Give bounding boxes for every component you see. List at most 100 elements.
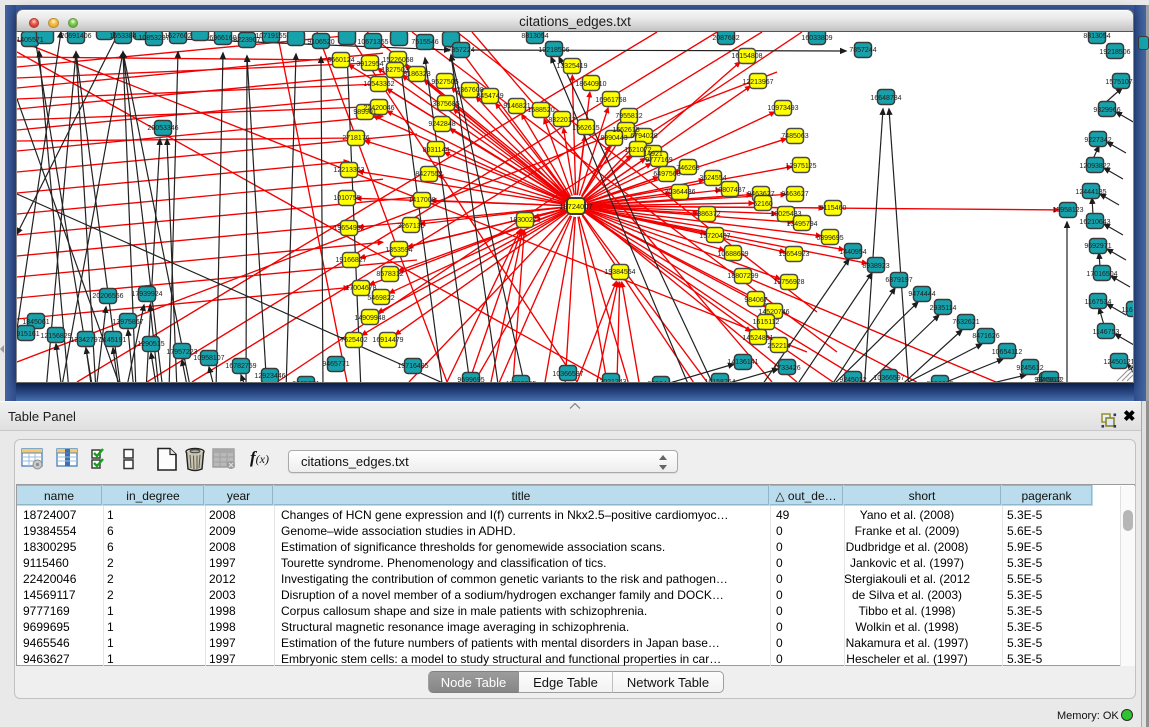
svg-text:20053346: 20053346 (147, 125, 178, 132)
svg-text:16158264: 16158264 (704, 379, 735, 382)
svg-text:9106520: 9106520 (307, 39, 334, 46)
svg-text:8990444: 8990444 (647, 381, 674, 382)
svg-text:19384554: 19384554 (604, 269, 635, 276)
svg-text:1353594: 1353594 (385, 247, 412, 254)
svg-text:9242848: 9242848 (428, 121, 455, 128)
svg-text:10025433: 10025433 (770, 211, 801, 218)
svg-text:17939924: 17939924 (131, 291, 162, 298)
svg-text:252214: 252214 (767, 343, 790, 350)
svg-text:11282995: 11282995 (506, 381, 537, 382)
svg-text:8813054: 8813054 (521, 33, 548, 40)
svg-text:16914479: 16914479 (372, 337, 403, 344)
svg-text:19218506: 19218506 (538, 47, 569, 54)
svg-text:10719155: 10719155 (255, 33, 286, 40)
svg-text:7485063: 7485063 (781, 133, 808, 140)
svg-text:13325419: 13325419 (556, 63, 587, 70)
svg-text:8938923: 8938923 (862, 263, 889, 270)
svg-text:9474444: 9474444 (908, 291, 935, 298)
svg-text:9465771: 9465771 (292, 381, 319, 382)
svg-text:1562615: 1562615 (572, 125, 599, 132)
svg-text:18300273: 18300273 (509, 217, 540, 224)
svg-text:7515546: 7515546 (411, 39, 438, 46)
svg-text:10958107: 10958107 (193, 355, 224, 362)
svg-text:13495794: 13495794 (786, 221, 817, 228)
svg-text:9463627: 9463627 (781, 191, 808, 198)
svg-text:9329966: 9329966 (1093, 107, 1120, 114)
svg-text:15958123: 15958123 (1052, 207, 1083, 214)
svg-text:9245612: 9245612 (1016, 365, 1043, 372)
svg-text:15716485: 15716485 (397, 363, 428, 370)
svg-text:1440954: 1440954 (839, 249, 866, 256)
svg-text:20691406: 20691406 (60, 33, 91, 40)
svg-text:19218506: 19218506 (1099, 49, 1130, 56)
svg-text:19654952: 19654952 (333, 225, 364, 232)
svg-text:12450121: 12450121 (1103, 359, 1134, 366)
svg-text:15720407: 15720407 (699, 233, 730, 240)
svg-text:7857244: 7857244 (849, 47, 876, 54)
svg-text:16648784: 16648784 (870, 95, 901, 102)
svg-text:16033809: 16033809 (801, 35, 832, 42)
svg-text:18724007: 18724007 (559, 202, 592, 211)
svg-text:16961758: 16961758 (595, 97, 626, 104)
svg-text:16154808: 16154808 (731, 53, 762, 60)
svg-text:12213967: 12213967 (742, 79, 773, 86)
svg-text:1417008: 1417008 (408, 197, 435, 204)
svg-text:9115460: 9115460 (820, 205, 847, 212)
svg-text:3267130: 3267130 (397, 223, 424, 230)
svg-text:10543362: 10543362 (363, 81, 394, 88)
svg-text:8660124: 8660124 (327, 57, 354, 64)
svg-text:9463627: 9463627 (747, 191, 774, 198)
svg-text:7632621: 7632621 (952, 319, 979, 326)
svg-text:8322017: 8322017 (548, 117, 575, 124)
svg-text:17016504: 17016504 (1086, 271, 1117, 278)
svg-text:16210643: 16210643 (1079, 219, 1110, 226)
svg-text:12444135: 12444135 (1075, 189, 1106, 196)
svg-text:746266: 746266 (676, 165, 699, 172)
svg-text:1290515: 1290515 (137, 341, 164, 348)
svg-text:10671355: 10671355 (357, 39, 388, 46)
svg-text:10807487: 10807487 (714, 187, 745, 194)
svg-text:1405571: 1405571 (17, 37, 44, 44)
svg-text:3912954: 3912954 (356, 61, 383, 68)
svg-text:14909948: 14909948 (354, 315, 385, 322)
svg-text:19654923: 19654923 (778, 251, 809, 258)
svg-text:984067: 984067 (744, 297, 767, 304)
svg-text:9465771: 9465771 (322, 361, 349, 368)
svg-text:12021243: 12021243 (595, 379, 626, 382)
svg-text:10654112: 10654112 (992, 349, 1023, 356)
svg-text:15751074: 15751074 (1105, 79, 1134, 86)
svg-text:7955812: 7955812 (615, 113, 642, 120)
svg-text:8427552: 8427552 (415, 171, 442, 178)
svg-text:8990443: 8990443 (600, 135, 627, 142)
svg-text:6879197: 6879197 (885, 277, 912, 284)
svg-text:20364436: 20364436 (664, 189, 695, 196)
svg-text:12342797: 12342797 (70, 337, 101, 344)
svg-text:9227342: 9227342 (1084, 137, 1111, 144)
svg-text:19756928: 19756928 (773, 279, 804, 286)
svg-text:16782759: 16782759 (225, 363, 256, 370)
svg-text:7625402: 7625402 (340, 337, 367, 344)
svg-text:8186323: 8186323 (403, 71, 430, 78)
svg-text:1653384: 1653384 (109, 33, 136, 40)
svg-text:6497568: 6497568 (653, 171, 680, 178)
svg-text:3624554: 3624554 (699, 175, 726, 182)
svg-text:12923446: 12923446 (254, 373, 285, 380)
svg-text:8578312: 8578312 (376, 271, 403, 278)
svg-text:19166827: 19166827 (335, 257, 366, 264)
svg-text:14520746: 14520746 (758, 309, 789, 316)
svg-text:7357224: 7357224 (447, 47, 474, 54)
svg-text:22420046: 22420046 (363, 105, 394, 112)
svg-text:10973493: 10973493 (767, 105, 798, 112)
svg-text:10688609: 10688609 (717, 251, 748, 258)
svg-text:9777169: 9777169 (645, 157, 672, 164)
svg-text:6899695: 6899695 (816, 235, 843, 242)
svg-text:1845061: 1845061 (22, 319, 49, 326)
svg-text:3875685: 3875685 (432, 101, 459, 108)
svg-text:2087682: 2087682 (712, 35, 739, 42)
svg-text:8471626: 8471626 (972, 333, 999, 340)
svg-text:10366597: 10366597 (873, 375, 904, 382)
svg-text:18807299: 18807299 (727, 273, 758, 280)
svg-text:5469822: 5469822 (367, 295, 394, 302)
svg-text:8813054: 8813054 (1083, 33, 1110, 40)
svg-text:17004678: 17004678 (345, 285, 376, 292)
